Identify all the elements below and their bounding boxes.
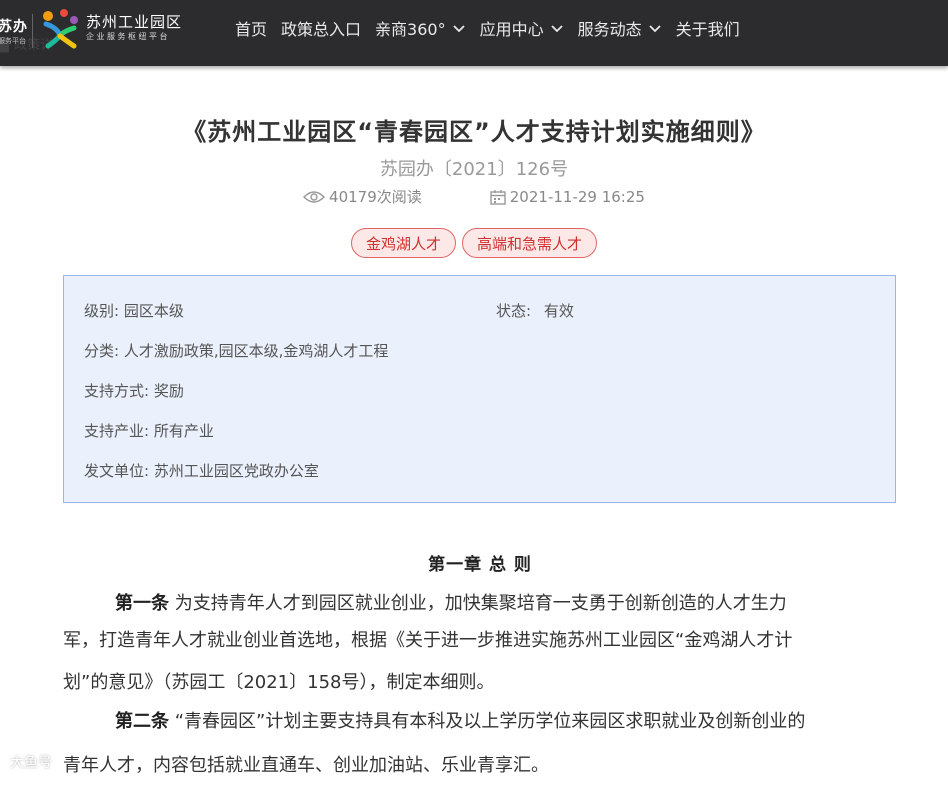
nav-item-label: 政策总入口 xyxy=(281,20,362,39)
document-number: 苏园办〔2021〕126号 xyxy=(379,159,569,180)
info-industry: 支持产业: 所有产业 xyxy=(84,420,214,441)
brand-subtitle: 企业服务枢纽平台 xyxy=(86,32,170,41)
article-2-line-1: 第二条 “青春园区”计划主要支持具有本科及以上学历学位来园区求职就业及创新创业的 xyxy=(63,701,903,743)
nav-item-policy-entry[interactable]: 政策总入口 xyxy=(274,16,368,40)
article-1-line-3: 划”的意见》（苏园工〔2021〕158号），制定本细则。 xyxy=(63,672,495,693)
article-2-text: “青春园区”计划主要支持具有本科及以上学历学位来园区求职就业及创新创业的 xyxy=(169,711,806,732)
info-industry-value: 所有产业 xyxy=(153,422,214,440)
publish-date-text: 2021-11-29 16:25 xyxy=(509,187,645,206)
nav-item-label: 首页 xyxy=(235,20,268,39)
info-support-value: 奖励 xyxy=(153,382,184,400)
calendar-icon xyxy=(490,189,506,205)
article-2-line-2: 青年人才，内容包括就业直通车、创业加油站、乐业青享汇。 xyxy=(63,755,549,776)
article-1-text: 为支持青年人才到园区就业创业，加快集聚培育一支勇于创新创造的人才生力 xyxy=(169,593,787,614)
nav-item-label: 亲商360° xyxy=(375,20,446,39)
partner-logo-text: 苏办 xyxy=(0,19,28,35)
article-1-line-2: 军，打造青年人才就业创业首选地，根据《关于进一步推进实施苏州工业园区“金鸡湖人才… xyxy=(63,630,793,651)
nav-item-label: 服务动态 xyxy=(577,20,642,39)
nav-item-label: 应用中心 xyxy=(479,20,544,39)
nav-item-label: 关于我们 xyxy=(675,20,740,39)
nav-item-pro-business[interactable]: 亲商360° xyxy=(368,16,473,40)
info-level-value: 园区本级 xyxy=(123,302,184,320)
tag-list: 金鸡湖人才 高端和急需人才 xyxy=(0,228,948,258)
nav-item-service-news[interactable]: 服务动态 xyxy=(571,16,669,40)
info-category-value: 人才激励政策,园区本级,金鸡湖人才工程 xyxy=(123,342,389,360)
brand-divider xyxy=(32,14,33,48)
article-2-heading: 第二条 xyxy=(115,711,169,732)
nav-item-about[interactable]: 关于我们 xyxy=(669,16,747,40)
chevron-down-icon xyxy=(648,25,661,33)
watermark-text: 大鱼号 xyxy=(10,755,52,771)
info-status: 状态: 有效 xyxy=(496,300,574,321)
eye-icon xyxy=(303,190,326,203)
park-logo-icon[interactable] xyxy=(40,8,80,50)
tag-high-end-talent[interactable]: 高端和急需人才 xyxy=(462,228,598,258)
info-category-label: 分类: xyxy=(84,342,120,360)
nav-item-home[interactable]: 首页 xyxy=(228,16,274,40)
info-issuer-value: 苏州工业园区党政办公室 xyxy=(153,462,319,480)
read-count: 40179次阅读 xyxy=(303,186,422,207)
article-1-line-1: 第一条 为支持青年人才到园区就业创业，加快集聚培育一支勇于创新创造的人才生力 xyxy=(63,583,903,625)
info-issuer-label: 发文单位: xyxy=(84,462,150,480)
policy-info-panel: 级别: 园区本级 状态: 有效 分类: 人才激励政策,园区本级,金鸡湖人才工程 … xyxy=(63,275,896,503)
tag-jinjihu-talent[interactable]: 金鸡湖人才 xyxy=(350,228,456,258)
page-title: 《苏州工业园区“青春园区”人才支持计划实施细则》 xyxy=(182,118,766,146)
brand-name[interactable]: 苏州工业园区 xyxy=(86,11,182,32)
info-level: 级别: 园区本级 xyxy=(84,300,184,321)
article-1-heading: 第一条 xyxy=(115,593,169,614)
read-count-text: 40179次阅读 xyxy=(329,188,422,206)
top-navigation-bar: ▉ 政策详 苏办 服务平台 苏州工业园区 企业服务枢纽平台 首页 政策总入口 亲… xyxy=(0,0,948,66)
partner-logo-subtext: 服务平台 xyxy=(0,37,26,45)
nav-item-app-center[interactable]: 应用中心 xyxy=(473,16,571,40)
info-industry-label: 支持产业: xyxy=(84,422,150,440)
info-level-label: 级别: xyxy=(84,302,120,320)
article-meta: 40179次阅读 2021-11-29 16:25 xyxy=(0,186,948,207)
chevron-down-icon xyxy=(550,25,563,33)
chapter-heading: 第一章 总 则 xyxy=(428,555,532,575)
info-support-label: 支持方式: xyxy=(84,382,150,400)
partner-logo[interactable]: 苏办 服务平台 xyxy=(0,12,34,52)
publish-date: 2021-11-29 16:25 xyxy=(490,186,645,207)
info-status-label: 状态: xyxy=(496,302,532,320)
info-category: 分类: 人才激励政策,园区本级,金鸡湖人才工程 xyxy=(84,340,388,361)
main-nav: 首页 政策总入口 亲商360° 应用中心 服务动态 关于我们 xyxy=(228,0,747,56)
chevron-down-icon xyxy=(452,25,465,33)
info-status-value: 有效 xyxy=(543,302,574,320)
info-issuer: 发文单位: 苏州工业园区党政办公室 xyxy=(84,460,319,481)
info-support-method: 支持方式: 奖励 xyxy=(84,380,184,401)
